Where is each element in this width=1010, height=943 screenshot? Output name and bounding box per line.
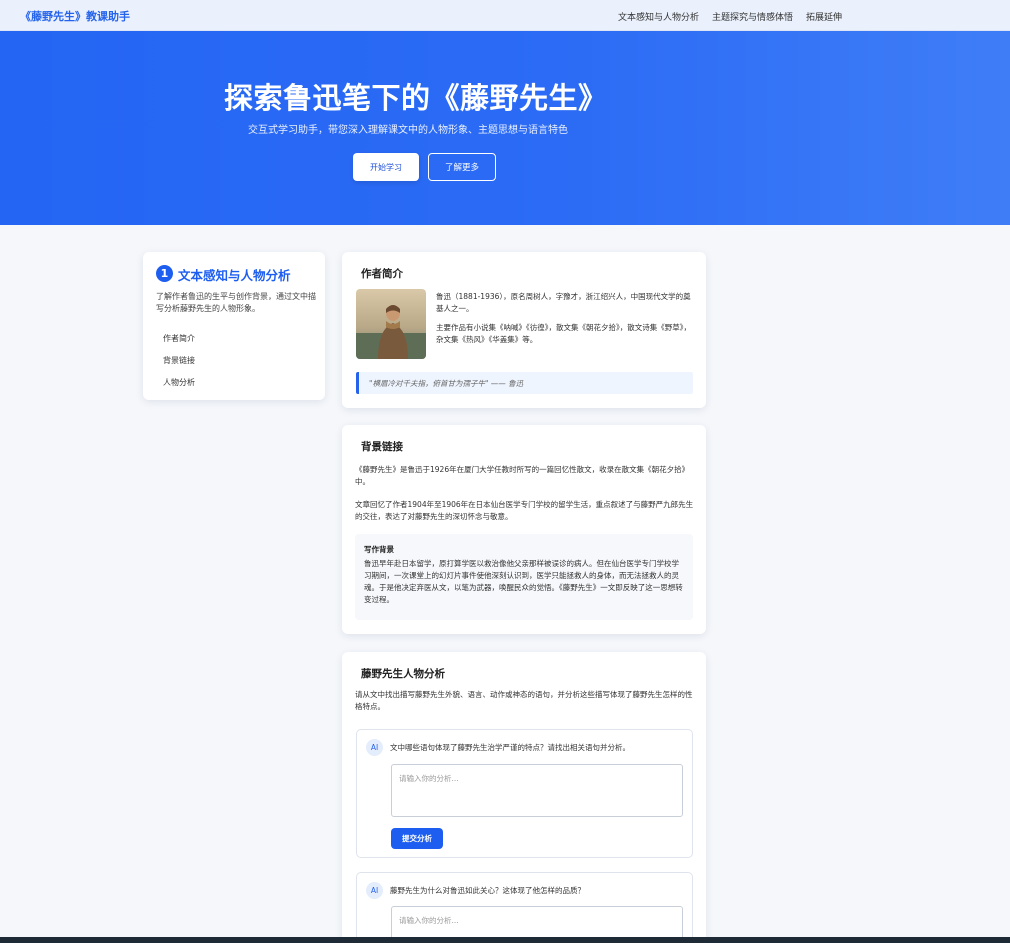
footer-strip bbox=[0, 937, 1010, 943]
nav-link-extension[interactable]: 拓展延伸 bbox=[806, 10, 842, 23]
writing-background-text: 鲁迅早年赴日本留学，原打算学医以救治像他父亲那样被误诊的病人。但在仙台医学专门学… bbox=[364, 559, 683, 604]
author-bio: 鲁迅（1881-1936），原名周树人，字豫才，浙江绍兴人，中国现代文学的奠基人… bbox=[436, 292, 691, 313]
analysis-intro: 请从文中找出描写藤野先生外貌、语言、动作或神态的语句，并分析这些描写体现了藤野先… bbox=[355, 690, 693, 711]
question-text: 藤野先生为什么对鲁迅如此关心？这体现了他怎样的品质？ bbox=[390, 886, 585, 895]
sidebar-item-background[interactable]: 背景链接 bbox=[163, 355, 195, 366]
author-works: 主要作品有小说集《呐喊》《彷徨》，散文集《朝花夕拾》，散文诗集《野草》，杂文集《… bbox=[436, 323, 691, 344]
section-sidebar: 1 文本感知与人物分析 了解作者鲁迅的生平与创作背景，通过文中描写分析藤野先生的… bbox=[143, 252, 325, 400]
author-photo bbox=[356, 289, 426, 359]
question-box: AI 文中哪些语句体现了藤野先生治学严谨的特点？请找出相关语句并分析。 请输入你… bbox=[356, 729, 693, 858]
sidebar-description: 了解作者鲁迅的生平与创作背景，通过文中描写分析藤野先生的人物形象。 bbox=[156, 292, 316, 313]
hero-subtitle: 交互式学习助手，带您深入理解课文中的人物形象、主题思想与语言特色 bbox=[248, 125, 568, 136]
ai-avatar-icon: AI bbox=[366, 882, 383, 899]
learn-more-button[interactable]: 了解更多 bbox=[428, 153, 496, 181]
nav-links: 文本感知与人物分析 主题探究与情感体悟 拓展延伸 bbox=[618, 10, 842, 23]
author-quote: "横眉冷对千夫指，俯首甘为孺子牛" —— 鲁迅 bbox=[356, 372, 693, 394]
background-paragraph-1: 《藤野先生》是鲁迅于1926年在厦门大学任教时所写的一篇回忆性散文，收录在散文集… bbox=[355, 465, 690, 486]
section-number-badge: 1 bbox=[156, 265, 173, 282]
analysis-input[interactable]: 请输入你的分析... bbox=[391, 764, 683, 817]
sidebar-item-author[interactable]: 作者简介 bbox=[163, 333, 195, 344]
character-analysis-card: 藤野先生人物分析 请从文中找出描写藤野先生外貌、语言、动作或神态的语句，并分析这… bbox=[342, 652, 706, 943]
sidebar-title: 文本感知与人物分析 bbox=[178, 268, 291, 283]
sidebar-item-character[interactable]: 人物分析 bbox=[163, 377, 195, 388]
background-card: 背景链接 《藤野先生》是鲁迅于1926年在厦门大学任教时所写的一篇回忆性散文，收… bbox=[342, 425, 706, 634]
question-text: 文中哪些语句体现了藤野先生治学严谨的特点？请找出相关语句并分析。 bbox=[390, 743, 630, 752]
hero-banner: 探索鲁迅笔下的《藤野先生》 交互式学习助手，带您深入理解课文中的人物形象、主题思… bbox=[0, 31, 1010, 225]
author-heading: 作者简介 bbox=[361, 268, 403, 280]
background-heading: 背景链接 bbox=[361, 441, 403, 453]
hero-title: 探索鲁迅笔下的《藤野先生》 bbox=[224, 81, 608, 115]
top-navbar: 《藤野先生》教课助手 文本感知与人物分析 主题探究与情感体悟 拓展延伸 bbox=[0, 0, 1010, 31]
start-learning-button[interactable]: 开始学习 bbox=[353, 153, 419, 181]
nav-link-text-analysis[interactable]: 文本感知与人物分析 bbox=[618, 10, 699, 23]
ai-avatar-icon: AI bbox=[366, 739, 383, 756]
writing-background-title: 写作背景 bbox=[364, 545, 394, 554]
background-paragraph-2: 文章回忆了作者1904年至1906年在日本仙台医学专门学校的留学生活，重点叙述了… bbox=[355, 500, 694, 521]
brand-logo-text[interactable]: 《藤野先生》教课助手 bbox=[20, 8, 130, 24]
question-box: AI 藤野先生为什么对鲁迅如此关心？这体现了他怎样的品质？ 请输入你的分析... bbox=[356, 872, 693, 943]
writing-background-box: 写作背景 鲁迅早年赴日本留学，原打算学医以救治像他父亲那样被误诊的病人。但在仙台… bbox=[355, 534, 693, 620]
author-card: 作者简介 鲁迅（1881-1936），原名周树人，字豫才，浙江绍兴人，中国现代文… bbox=[342, 252, 706, 408]
submit-analysis-button[interactable]: 提交分析 bbox=[391, 828, 443, 849]
analysis-heading: 藤野先生人物分析 bbox=[361, 668, 445, 680]
nav-link-theme[interactable]: 主题探究与情感体悟 bbox=[712, 10, 793, 23]
